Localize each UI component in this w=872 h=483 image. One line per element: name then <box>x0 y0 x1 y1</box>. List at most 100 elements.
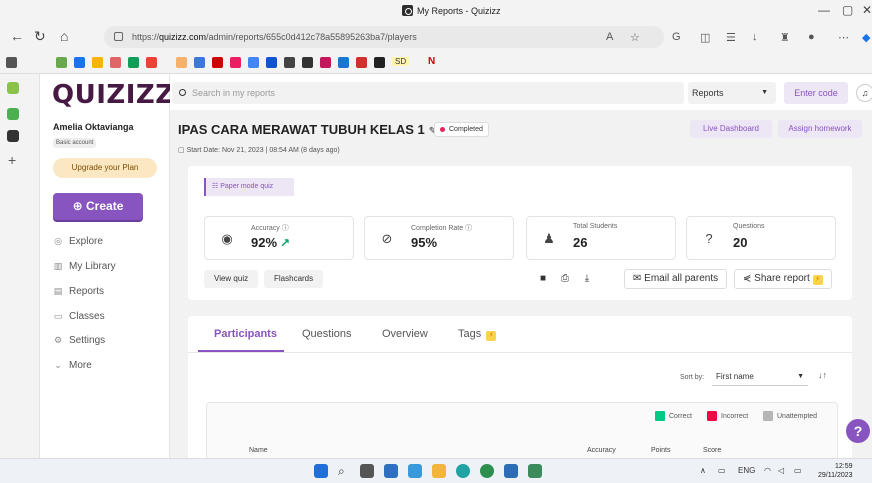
bookmark-8-icon[interactable] <box>230 57 241 68</box>
premium-star-icon: ⚡ <box>812 275 823 285</box>
share-report-button[interactable]: ⋞ Share report ⚡ <box>734 269 832 289</box>
tab-tags[interactable]: Tags ⚡ <box>458 328 497 341</box>
minimize-icon[interactable]: — <box>818 3 830 17</box>
widgets-icon[interactable] <box>408 464 422 478</box>
gmail-bookmark-icon[interactable] <box>146 57 157 68</box>
word-icon[interactable] <box>504 464 518 478</box>
keyboard-icon[interactable]: ▭ <box>718 466 726 475</box>
language-indicator[interactable]: ENG <box>738 466 755 475</box>
favorites-icon[interactable]: ☰ <box>726 31 736 44</box>
profile-avatar-icon[interactable]: ● <box>808 31 815 43</box>
rail-quizizz-icon[interactable] <box>7 130 19 142</box>
back-icon[interactable]: ← <box>10 29 24 43</box>
delete-icon[interactable]: ■ <box>536 272 550 286</box>
rail-app-2-icon[interactable] <box>7 108 19 120</box>
read-aloud-icon[interactable]: A <box>606 31 613 43</box>
refresh-icon[interactable]: ↻ <box>34 29 46 43</box>
rail-app-1-icon[interactable] <box>7 82 19 94</box>
tab-participants[interactable]: Participants <box>214 328 277 340</box>
flashcards-button[interactable]: Flashcards <box>264 270 324 288</box>
search-icon <box>179 89 186 96</box>
column-header-points[interactable]: Points <box>651 447 670 454</box>
bookmark-5-icon[interactable] <box>128 57 139 68</box>
extensions-icon[interactable]: ♜ <box>780 31 790 44</box>
summary-card: ☷ Paper mode quiz ◉ Accuracy ⓘ 92% ↗ ⊘ Co… <box>188 166 852 300</box>
restore-icon[interactable]: ▢ <box>842 3 853 17</box>
tab-questions[interactable]: Questions <box>302 328 352 340</box>
store-icon[interactable] <box>384 464 398 478</box>
bookmark-sd[interactable]: SD <box>392 57 410 66</box>
assign-homework-button[interactable]: Assign homework <box>778 120 862 138</box>
page-info-icon[interactable] <box>114 32 123 41</box>
copilot-icon[interactable]: ◆ <box>862 31 870 44</box>
sidebar-item-classes[interactable]: ▭ Classes <box>53 311 105 322</box>
task-view-icon[interactable] <box>360 464 374 478</box>
more-menu-icon[interactable]: ⋯ <box>838 31 849 44</box>
help-button[interactable]: ? <box>846 419 870 443</box>
create-button[interactable]: ⊕ Create <box>53 193 143 220</box>
bookmark-6-icon[interactable] <box>176 57 187 68</box>
notification-bell-icon[interactable]: ♫ <box>856 84 872 102</box>
browser-titlebar: My Reports - Quizizz — ▢ ✕ <box>0 0 872 22</box>
sidebar-item-explore[interactable]: ◎ Explore <box>53 236 103 247</box>
system-clock[interactable]: 12:59 29/11/2023 <box>818 462 853 480</box>
quizizz-bookmark-icon[interactable] <box>302 57 313 68</box>
enter-code-button[interactable]: Enter code <box>784 82 848 104</box>
sidebar-item-reports[interactable]: ▤ Reports <box>53 286 104 297</box>
bookmark-14-icon[interactable] <box>374 57 385 68</box>
file-explorer-icon[interactable] <box>432 464 446 478</box>
stat-questions: ? Questions 20 <box>686 216 836 260</box>
close-window-icon[interactable]: ✕ <box>862 3 872 17</box>
live-dashboard-button[interactable]: Live Dashboard <box>690 120 772 138</box>
wifi-icon[interactable]: ◠ <box>764 466 771 475</box>
bookmark-n[interactable]: N <box>428 56 435 67</box>
upgrade-plan-button[interactable]: Upgrade your Plan <box>53 158 157 178</box>
bookmark-1-icon[interactable] <box>56 57 67 68</box>
bookmark-13-icon[interactable] <box>356 57 367 68</box>
youtube-bookmark-icon[interactable] <box>212 57 223 68</box>
edge-icon[interactable] <box>456 464 470 478</box>
print-icon[interactable]: ⎙ <box>558 272 572 286</box>
windows-start-icon[interactable] <box>314 464 328 478</box>
url-bar[interactable]: https://quizizz.com/admin/reports/655c0d… <box>104 26 664 48</box>
downloads-icon[interactable]: ↓ <box>752 31 758 43</box>
favorite-star-icon[interactable]: ☆ <box>630 31 640 44</box>
battery-icon[interactable]: ▭ <box>794 466 802 475</box>
bookmark-11-icon[interactable] <box>320 57 331 68</box>
stat-total-students: ♟ Total Students 26 <box>526 216 676 260</box>
split-screen-icon[interactable]: ◫ <box>700 31 710 44</box>
bookmark-3-icon[interactable] <box>92 57 103 68</box>
bookmark-4-icon[interactable] <box>110 57 121 68</box>
sidebar-item-more[interactable]: ⌄ More <box>53 360 92 371</box>
question-icon: ? <box>705 231 713 246</box>
quizizz-logo[interactable]: QUIZIZZ <box>52 80 175 110</box>
home-icon[interactable]: ⌂ <box>60 29 68 43</box>
bookmark-12-icon[interactable] <box>338 57 349 68</box>
search-scope-select[interactable]: Reports ▼ <box>688 82 776 104</box>
chrome-icon[interactable] <box>480 464 494 478</box>
bookmark-7-icon[interactable] <box>194 57 205 68</box>
column-header-score[interactable]: Score <box>703 447 721 454</box>
rail-add-icon[interactable]: + <box>8 152 16 168</box>
download-icon[interactable]: ⤓ <box>580 272 594 286</box>
view-quiz-button[interactable]: View quiz <box>204 270 259 288</box>
tray-chevron-icon[interactable]: ∧ <box>700 466 706 475</box>
bookmark-9-icon[interactable] <box>266 57 277 68</box>
tab-actions-icon[interactable] <box>6 57 17 68</box>
bookmark-10-icon[interactable] <box>284 57 295 68</box>
column-header-name[interactable]: Name <box>249 447 268 454</box>
sort-direction-icon[interactable]: ↓↑ <box>818 370 827 380</box>
search-taskbar-icon[interactable]: ⌕ <box>338 464 352 478</box>
tab-overview[interactable]: Overview <box>382 328 428 340</box>
column-header-accuracy[interactable]: Accuracy <box>587 447 616 454</box>
g-extension-icon[interactable]: G <box>672 31 681 43</box>
google-bookmark-icon[interactable] <box>248 57 259 68</box>
sort-select[interactable]: First name ▼ <box>712 368 808 386</box>
search-input[interactable]: Search in my reports <box>172 82 684 104</box>
app-icon[interactable] <box>528 464 542 478</box>
email-parents-button[interactable]: ✉ Email all parents <box>624 269 728 289</box>
sidebar-item-settings[interactable]: ⚙ Settings <box>53 335 105 346</box>
bookmark-2-icon[interactable] <box>74 57 85 68</box>
volume-icon[interactable]: ◁ <box>778 466 784 475</box>
sidebar-item-my-library[interactable]: ▥ My Library <box>53 261 116 272</box>
